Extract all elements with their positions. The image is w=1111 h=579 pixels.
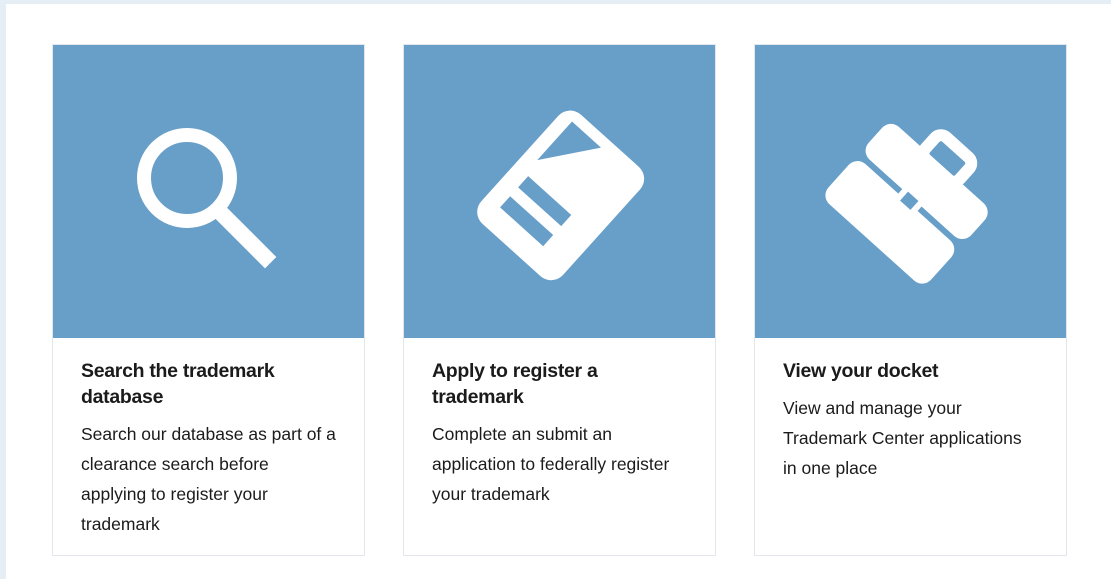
card-body-search: Search the trademark database Search our… — [53, 338, 364, 539]
card-view-docket[interactable]: View your docket View and manage your Tr… — [754, 44, 1067, 556]
card-hero-apply[interactable] — [404, 45, 715, 338]
services-panel: Search the trademark database Search our… — [6, 4, 1111, 579]
briefcase-icon — [754, 45, 1067, 338]
card-title[interactable]: Apply to register a trademark — [432, 358, 687, 410]
card-search-database[interactable]: Search the trademark database Search our… — [52, 44, 365, 556]
card-description: Search our database as part of a clearan… — [81, 424, 336, 534]
card-title[interactable]: View your docket — [783, 358, 1038, 384]
card-apply-register[interactable]: Apply to register a trademark Complete a… — [403, 44, 716, 556]
magnifying-glass-icon — [52, 45, 365, 338]
document-icon — [403, 45, 716, 338]
card-body-docket: View your docket View and manage your Tr… — [755, 338, 1066, 483]
card-hero-docket[interactable] — [755, 45, 1066, 338]
card-title[interactable]: Search the trademark database — [81, 358, 336, 410]
card-description: View and manage your Trademark Center ap… — [783, 398, 1022, 478]
card-description: Complete an submit an application to fed… — [432, 424, 670, 504]
card-body-apply: Apply to register a trademark Complete a… — [404, 338, 715, 509]
card-hero-search[interactable] — [53, 45, 364, 338]
